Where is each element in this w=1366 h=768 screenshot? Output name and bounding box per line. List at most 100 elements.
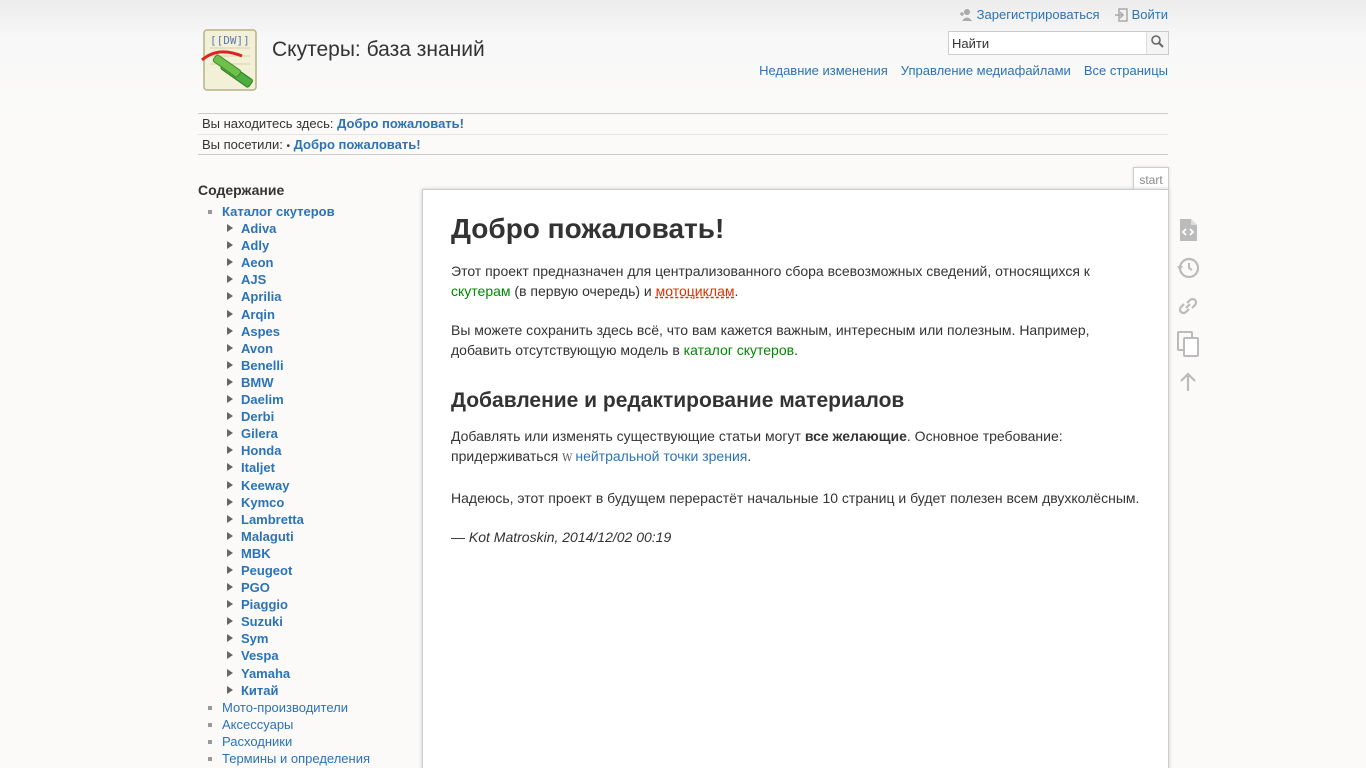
brand-link[interactable]: Yamaha bbox=[241, 666, 290, 681]
brand-item: Daelim bbox=[222, 391, 408, 408]
user-add-icon bbox=[959, 8, 973, 22]
site-logo[interactable]: [[DW]] bbox=[198, 26, 264, 94]
brand-link[interactable]: Piaggio bbox=[241, 597, 288, 612]
signature-text: Kot Matroskin, 2014/12/02 00:19 bbox=[468, 529, 672, 546]
sidebar-title: Содержание bbox=[198, 182, 285, 198]
brand-link[interactable]: Peugeot bbox=[241, 563, 292, 578]
brand-list: Adiva Adly Aeon AJS Aprilia Arqin Aspes Avon Ben… bbox=[222, 220, 408, 699]
visited-separator: • bbox=[286, 141, 291, 152]
copy-button[interactable] bbox=[1175, 330, 1201, 360]
brand-item: Gilera bbox=[222, 425, 408, 442]
brand-link[interactable]: Daelim bbox=[241, 392, 284, 407]
brand-link[interactable]: Benelli bbox=[241, 358, 284, 373]
brand-item: Китай bbox=[222, 682, 408, 699]
back-to-top-button[interactable] bbox=[1175, 370, 1201, 396]
brand-link[interactable]: MBK bbox=[241, 546, 271, 561]
wikipedia-icon: W bbox=[562, 452, 573, 464]
brand-link[interactable]: Honda bbox=[241, 443, 281, 458]
search-box bbox=[948, 31, 1169, 55]
old-revisions-button[interactable] bbox=[1175, 256, 1201, 282]
brand-link[interactable]: Aspes bbox=[241, 324, 280, 339]
motorcycles-link[interactable]: мотоциклам bbox=[656, 283, 735, 299]
sidebar-link[interactable]: Аксессуары bbox=[222, 717, 293, 732]
location-link[interactable]: Добро пожаловать! bbox=[337, 116, 464, 131]
brand-link[interactable]: Keeway bbox=[241, 478, 289, 493]
site-title[interactable]: Скутеры: база знаний bbox=[272, 38, 485, 62]
brand-link[interactable]: Aeon bbox=[241, 255, 274, 270]
brand-link[interactable]: Sym bbox=[241, 631, 268, 646]
brand-item: Peugeot bbox=[222, 562, 408, 579]
brand-link[interactable]: Italjet bbox=[241, 460, 275, 475]
brand-item: Piaggio bbox=[222, 596, 408, 613]
brand-item: Arqin bbox=[222, 306, 408, 323]
brand-link[interactable]: Kymco bbox=[241, 495, 284, 510]
backlinks-button[interactable] bbox=[1175, 294, 1201, 320]
show-source-button[interactable] bbox=[1175, 218, 1201, 244]
copy-icon bbox=[1176, 330, 1200, 360]
brand-item: Lambretta bbox=[222, 511, 408, 528]
site-tools: Недавние изменения Управление медиафайла… bbox=[759, 63, 1168, 78]
location-label: Вы находитесь здесь: bbox=[202, 116, 334, 131]
visited-label: Вы посетили: bbox=[202, 137, 283, 152]
media-manager-link[interactable]: Управление медиафайлами bbox=[901, 63, 1071, 78]
login-label: Войти bbox=[1131, 7, 1168, 22]
old-revisions-icon bbox=[1176, 256, 1200, 283]
brand-link[interactable]: PGO bbox=[241, 580, 270, 595]
brand-link[interactable]: Gilera bbox=[241, 426, 278, 441]
brand-item: Keeway bbox=[222, 477, 408, 494]
brand-item: BMW bbox=[222, 374, 408, 391]
brand-item: Benelli bbox=[222, 357, 408, 374]
visited-link[interactable]: Добро пожаловать! bbox=[294, 137, 421, 152]
sidebar-link[interactable]: Мото-производители bbox=[222, 700, 348, 715]
breadcrumbs: Вы находитесь здесь: Добро пожаловать! В… bbox=[198, 113, 1168, 155]
signature: — Kot Matroskin, 2014/12/02 00:19 bbox=[451, 528, 1140, 548]
brand-link[interactable]: Adly bbox=[241, 238, 269, 253]
search-button[interactable] bbox=[1146, 32, 1168, 54]
brand-link[interactable]: Derbi bbox=[241, 409, 274, 424]
brand-item: Adiva bbox=[222, 220, 408, 237]
brand-link[interactable]: Китай bbox=[241, 683, 279, 698]
save-paragraph: Вы можете сохранить здесь всё, что вам к… bbox=[451, 321, 1140, 360]
brand-link[interactable]: Avon bbox=[241, 341, 273, 356]
sidebar-link[interactable]: Расходники bbox=[222, 734, 292, 749]
intro-text-c: . bbox=[734, 282, 739, 299]
recent-changes-link[interactable]: Недавние изменения bbox=[759, 63, 888, 78]
sidebar: Содержание Каталог скутеров Adiva Adly Aeo… bbox=[198, 182, 408, 767]
search-icon bbox=[1151, 35, 1164, 51]
brand-link[interactable]: AJS bbox=[241, 272, 266, 287]
brand-item: Aeon bbox=[222, 254, 408, 271]
register-label: Зарегистрироваться bbox=[976, 7, 1100, 22]
brand-item: AJS bbox=[222, 271, 408, 288]
brand-item: PGO bbox=[222, 579, 408, 596]
brand-link[interactable]: BMW bbox=[241, 375, 274, 390]
brand-item: Avon bbox=[222, 340, 408, 357]
brand-link[interactable]: Suzuki bbox=[241, 614, 283, 629]
brand-item: Suzuki bbox=[222, 613, 408, 630]
register-link[interactable]: Зарегистрироваться bbox=[959, 7, 1100, 22]
brand-link[interactable]: Aprilia bbox=[241, 289, 281, 304]
brand-item: Aprilia bbox=[222, 288, 408, 305]
page-content: Добро пожаловать! Этот проект предназнач… bbox=[422, 189, 1169, 768]
search-input[interactable] bbox=[949, 32, 1146, 54]
brand-link[interactable]: Adiva bbox=[241, 221, 276, 236]
intro-paragraph: Этот проект предназначен для централизов… bbox=[451, 262, 1140, 301]
location-trail: Вы находитесь здесь: Добро пожаловать! bbox=[198, 114, 1168, 134]
all-pages-link[interactable]: Все страницы bbox=[1084, 63, 1168, 78]
brand-item: Sym bbox=[222, 630, 408, 647]
catalog-content-link[interactable]: каталог скутеров bbox=[684, 342, 794, 358]
catalog-link[interactable]: Каталог скутеров bbox=[222, 204, 335, 219]
brand-link[interactable]: Malaguti bbox=[241, 529, 294, 544]
sidebar-item: Мото-производители bbox=[198, 699, 408, 716]
npov-link[interactable]: нейтральной точки зрения bbox=[575, 448, 747, 464]
brand-link[interactable]: Lambretta bbox=[241, 512, 304, 527]
save-text-b: . bbox=[794, 341, 798, 358]
brand-item: MBK bbox=[222, 545, 408, 562]
brand-link[interactable]: Arqin bbox=[241, 307, 275, 322]
page-tools bbox=[1175, 218, 1201, 396]
brand-item: Aspes bbox=[222, 323, 408, 340]
scooters-link[interactable]: скутерам bbox=[451, 283, 511, 299]
brand-link[interactable]: Vespa bbox=[241, 648, 279, 663]
editing-text-c: . bbox=[747, 447, 752, 464]
login-link[interactable]: Войти bbox=[1114, 7, 1168, 22]
sidebar-link[interactable]: Термины и определения bbox=[222, 751, 370, 766]
